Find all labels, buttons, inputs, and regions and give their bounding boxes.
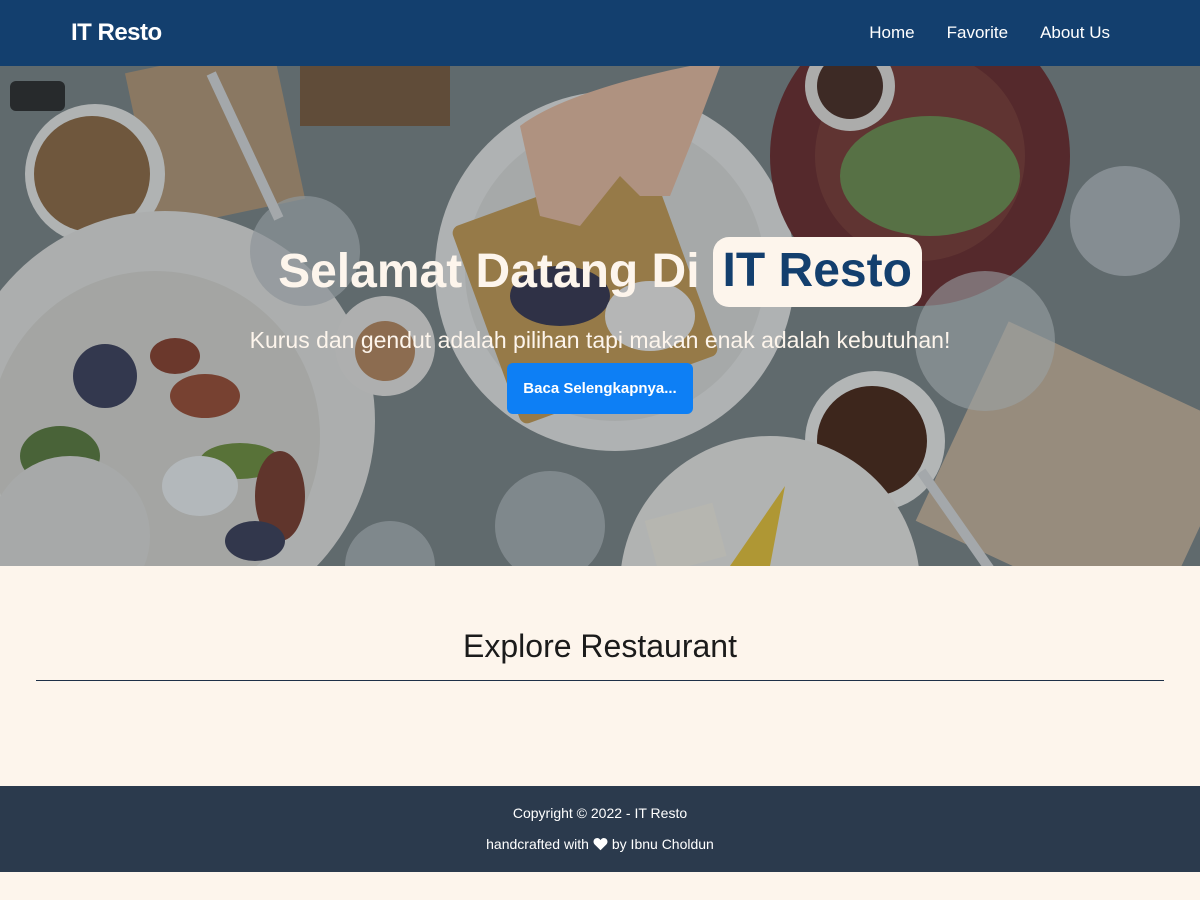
explore-section: Explore Restaurant (0, 566, 1200, 786)
hero-content: Selamat Datang Di IT Resto Kurus dan gen… (0, 66, 1200, 566)
nav-link-home[interactable]: Home (853, 15, 930, 51)
hero-title-prefix: Selamat Datang Di (278, 245, 700, 298)
nav-item-home: Home (853, 15, 930, 51)
nav-menu: Home Favorite About Us (853, 15, 1126, 51)
explore-divider (36, 680, 1164, 681)
nav-item-about: About Us (1024, 15, 1126, 51)
hero-title-highlight: IT Resto (712, 237, 922, 307)
hero: Selamat Datang Di IT Resto Kurus dan gen… (0, 66, 1200, 566)
read-more-button[interactable]: Baca Selengkapnya... (507, 363, 693, 414)
footer-credit-suffix: by Ibnu Choldun (611, 836, 714, 852)
nav-item-favorite: Favorite (931, 15, 1024, 51)
heart-icon (593, 838, 608, 851)
brand-logo[interactable]: IT Resto (71, 19, 162, 47)
footer: Copyright © 2022 - IT Resto handcrafted … (0, 786, 1200, 872)
nav-link-favorite[interactable]: Favorite (931, 15, 1024, 51)
app-bar: IT Resto Home Favorite About Us (0, 0, 1200, 66)
hero-title: Selamat Datang Di IT Resto (278, 237, 922, 307)
footer-copyright: Copyright © 2022 - IT Resto (512, 805, 688, 821)
nav-link-about[interactable]: About Us (1024, 15, 1126, 51)
explore-title: Explore Restaurant (463, 628, 737, 664)
footer-credit: handcrafted with by Ibnu Choldun (0, 836, 1200, 852)
hero-tagline: Kurus dan gendut adalah pilihan tapi mak… (249, 327, 951, 353)
footer-credit-prefix: handcrafted with (486, 836, 589, 852)
